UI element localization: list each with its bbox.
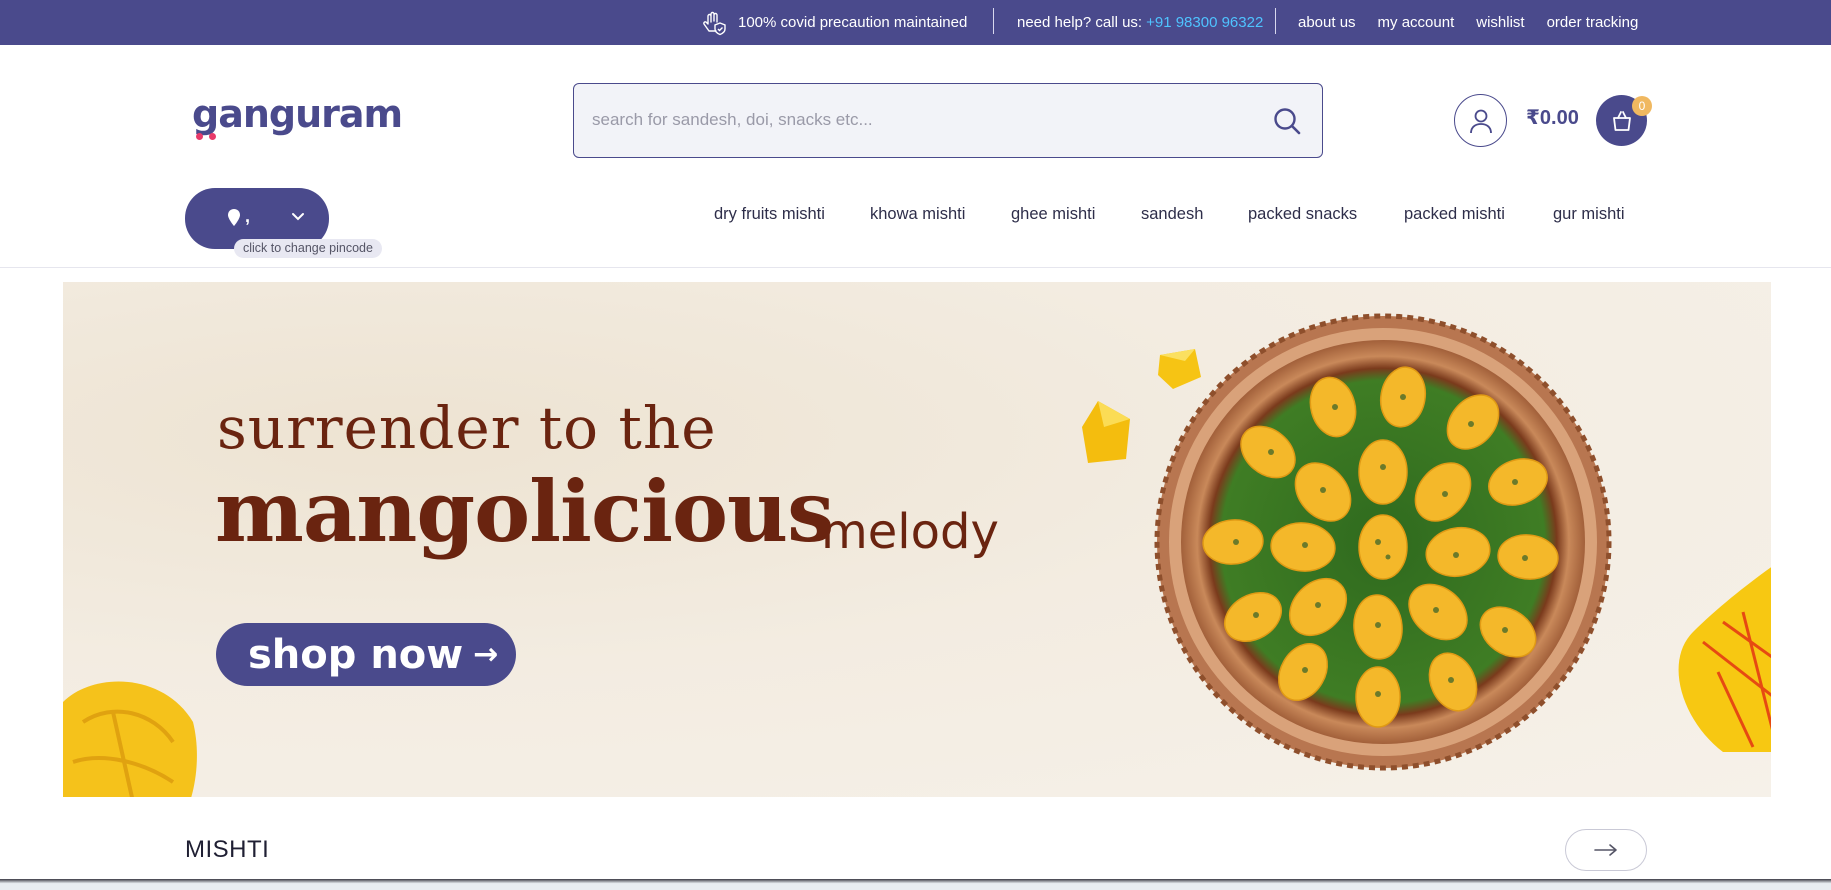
- location-value: ,: [245, 206, 251, 226]
- section-title: MISHTI: [185, 836, 270, 863]
- search-icon[interactable]: [1272, 106, 1302, 136]
- nav-item-dry-fruits-mishti[interactable]: dry fruits mishti: [714, 205, 825, 224]
- mishti-platter-image: [1154, 313, 1612, 771]
- help-line: need help? call us: +91 98300 96322: [1017, 0, 1263, 45]
- topbar-links: about us my account wishlist order track…: [1298, 0, 1638, 45]
- covid-text: 100% covid precaution maintained: [738, 14, 968, 31]
- nav-item-khowa-mishti[interactable]: khowa mishti: [870, 205, 965, 224]
- topbar-divider: [993, 8, 994, 34]
- carousel-next-button[interactable]: [1565, 829, 1647, 871]
- chevron-down-icon: [292, 213, 304, 221]
- logo-text: ganguram: [192, 92, 403, 136]
- cart-total: ₹0.00: [1526, 107, 1579, 129]
- banner-headline-line1: surrender to the: [217, 394, 717, 462]
- arrow-right-icon: [1594, 844, 1617, 856]
- nav-item-packed-snacks[interactable]: packed snacks: [1248, 205, 1357, 224]
- shopping-bag-icon: [1612, 110, 1631, 131]
- help-text: need help? call us:: [1017, 14, 1143, 31]
- nav-item-ghee-mishti[interactable]: ghee mishti: [1011, 205, 1095, 224]
- account-button[interactable]: [1454, 94, 1507, 147]
- search-box: [573, 83, 1323, 158]
- hero-banner[interactable]: surrender to the mangolicious melody sho…: [63, 282, 1771, 797]
- mango-cube-image: [1082, 401, 1130, 463]
- logo-dot: [209, 133, 216, 140]
- pincode-hint: click to change pincode: [234, 239, 382, 258]
- mango-image: [1678, 567, 1771, 752]
- window-bottom-edge: [0, 879, 1831, 890]
- location-pin-icon: [228, 209, 240, 226]
- search-input[interactable]: [592, 84, 1232, 156]
- nav-item-gur-mishti[interactable]: gur mishti: [1553, 205, 1625, 224]
- top-bar: 100% covid precaution maintained need he…: [0, 0, 1831, 45]
- banner-headline-line3: melody: [821, 504, 999, 560]
- order-tracking-link[interactable]: order tracking: [1547, 14, 1639, 31]
- user-icon: [1469, 109, 1492, 133]
- wishlist-link[interactable]: wishlist: [1476, 14, 1524, 31]
- banner-headline-line2: mangolicious: [215, 462, 834, 561]
- header-divider: [0, 267, 1831, 268]
- logo-dot: [196, 133, 203, 140]
- covid-notice: 100% covid precaution maintained: [700, 0, 967, 45]
- hand-shield-icon: [703, 11, 726, 35]
- mango-image: [63, 681, 197, 797]
- nav-item-sandesh[interactable]: sandesh: [1141, 205, 1203, 224]
- about-us-link[interactable]: about us: [1298, 14, 1356, 31]
- phone-link[interactable]: +91 98300 96322: [1146, 14, 1263, 31]
- cart-count-badge: 0: [1632, 96, 1652, 116]
- nav-item-packed-mishti[interactable]: packed mishti: [1404, 205, 1505, 224]
- topbar-divider: [1275, 8, 1276, 34]
- my-account-link[interactable]: my account: [1378, 14, 1455, 31]
- shop-now-button[interactable]: shop now →: [216, 623, 516, 686]
- logo[interactable]: ganguram: [192, 92, 403, 144]
- arrow-right-icon: →: [473, 637, 499, 672]
- shop-now-label: shop now: [248, 631, 464, 678]
